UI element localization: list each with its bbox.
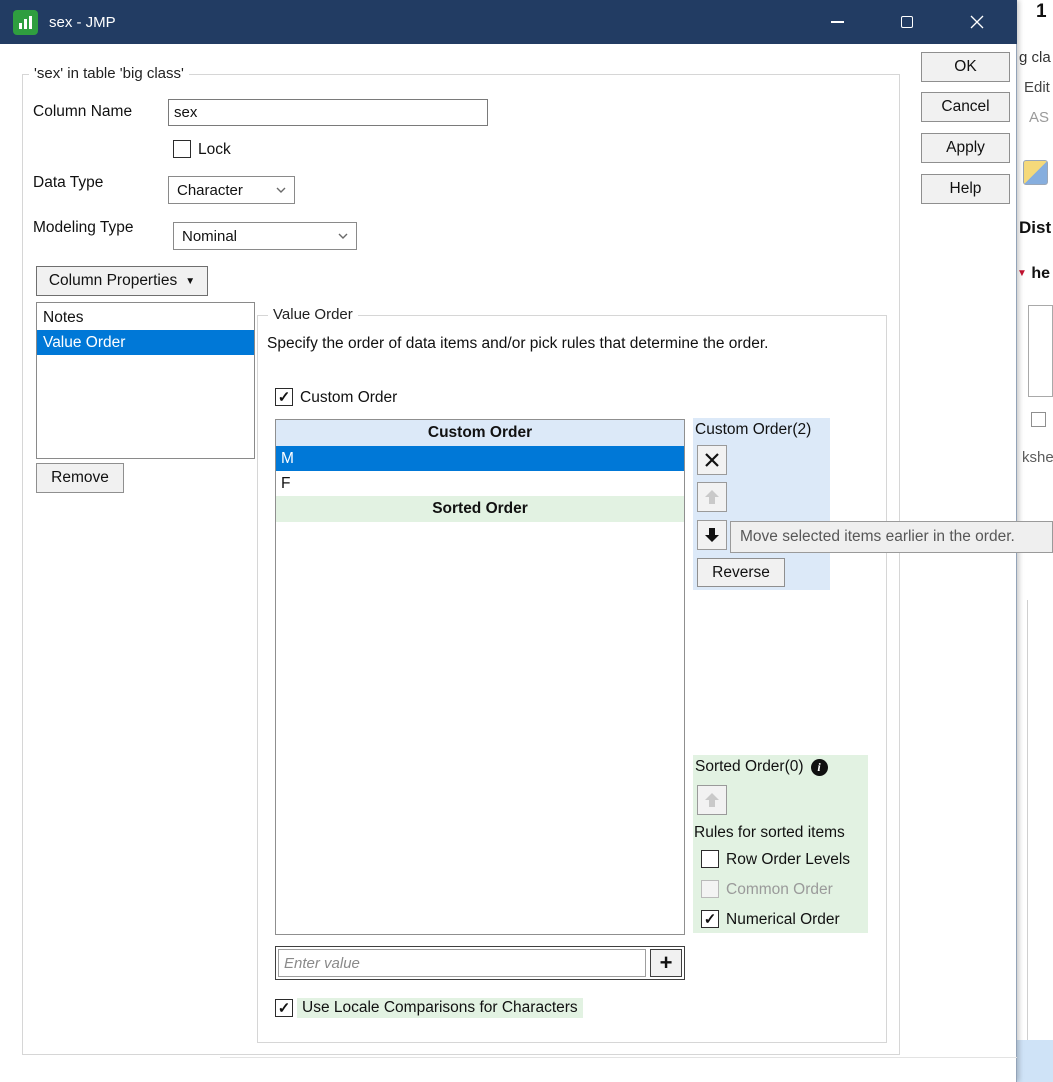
plus-icon: + — [659, 950, 673, 975]
value-order-list: Custom Order M F Sorted Order — [275, 419, 685, 935]
sorted-order-panel: Sorted Order(0) i Rules for sorted items… — [693, 755, 868, 933]
rules-heading: Rules for sorted items — [694, 824, 845, 841]
order-item-m[interactable]: M — [276, 446, 684, 471]
background-footer — [1017, 1040, 1053, 1082]
value-order-description: Specify the order of data items and/or p… — [267, 335, 769, 352]
sorted-order-panel-title-row: Sorted Order(0) i — [695, 758, 828, 776]
properties-listbox: Notes Value Order — [36, 302, 255, 459]
screen: 1 g cla Edit AS Dist ▼ he kshe sex - JMP — [0, 0, 1053, 1082]
cancel-button[interactable]: Cancel — [921, 92, 1010, 122]
data-type-value: Character — [177, 181, 243, 199]
custom-order-panel-title: Custom Order(2) — [695, 421, 812, 438]
arrow-up-icon — [705, 490, 719, 504]
window-title: sex - JMP — [49, 13, 116, 31]
chevron-down-icon — [338, 233, 348, 239]
column-name-input[interactable] — [168, 99, 488, 126]
dropdown-triangle-icon: ▼ — [185, 275, 196, 287]
enter-value-input[interactable] — [278, 949, 646, 977]
maximize-button[interactable] — [879, 0, 935, 44]
order-item-f[interactable]: F — [276, 471, 684, 496]
data-type-label: Data Type — [33, 174, 104, 191]
jmp-app-icon — [13, 9, 38, 35]
column-groupbox-legend: 'sex' in table 'big class' — [29, 65, 189, 82]
chevron-down-icon — [276, 187, 286, 193]
common-order-label: Common Order — [726, 881, 833, 898]
column-properties-button[interactable]: Column Properties ▼ — [36, 266, 208, 296]
background-text-big-class: g cla — [1019, 49, 1051, 66]
data-type-dropdown[interactable]: Character — [168, 176, 295, 204]
move-down-button[interactable] — [697, 520, 727, 550]
red-triangle-icon: ▼ — [1017, 268, 1027, 279]
locale-comparisons-label: Use Locale Comparisons for Characters — [297, 998, 583, 1018]
column-name-label: Column Name — [33, 103, 133, 120]
x-icon — [705, 453, 719, 467]
arrow-down-icon — [705, 528, 719, 542]
row-order-levels-label: Row Order Levels — [726, 851, 851, 868]
minimize-button[interactable] — [809, 0, 865, 44]
ok-button[interactable]: OK — [921, 52, 1010, 82]
modeling-type-value: Nominal — [182, 227, 238, 245]
remove-button[interactable]: Remove — [36, 463, 124, 493]
window-controls — [809, 0, 1005, 44]
row-order-levels-checkbox[interactable] — [701, 850, 719, 868]
sorted-order-header: Sorted Order — [276, 496, 684, 522]
close-button[interactable] — [949, 0, 1005, 44]
background-file-icon — [1023, 160, 1048, 185]
custom-order-checkbox-label: Custom Order — [300, 389, 398, 406]
titlebar[interactable]: sex - JMP — [0, 0, 1017, 44]
common-order-checkbox — [701, 880, 719, 898]
enter-value-wrapper: + — [275, 946, 685, 980]
locale-comparisons-checkbox[interactable] — [275, 999, 293, 1017]
numerical-order-label: Numerical Order — [726, 911, 840, 928]
sorted-order-panel-title: Sorted Order(0) — [695, 758, 804, 775]
arrow-up-icon — [705, 793, 719, 807]
tooltip: Move selected items earlier in the order… — [730, 521, 1053, 553]
sorted-move-up-button[interactable] — [697, 785, 727, 815]
bottom-divider — [220, 1057, 1017, 1058]
background-text-edit: Edit — [1024, 79, 1050, 96]
modeling-type-label: Modeling Type — [33, 219, 134, 236]
background-outline-title: ▼ he — [1017, 265, 1050, 283]
numerical-order-checkbox[interactable] — [701, 910, 719, 928]
info-icon[interactable]: i — [810, 758, 828, 776]
property-item-value-order[interactable]: Value Order — [37, 330, 254, 355]
background-plot-frame — [1028, 305, 1053, 397]
background-text-he: he — [1031, 265, 1051, 282]
custom-order-checkbox[interactable] — [275, 388, 293, 406]
minimize-icon — [830, 21, 844, 23]
maximize-icon — [901, 16, 913, 28]
background-text-as: AS — [1029, 109, 1050, 126]
help-button[interactable]: Help — [921, 174, 1010, 204]
modeling-type-dropdown[interactable]: Nominal — [173, 222, 357, 250]
background-checkbox — [1031, 412, 1046, 427]
background-text-dist: Dist — [1019, 218, 1052, 237]
column-properties-label: Column Properties — [48, 272, 178, 289]
close-icon — [970, 15, 984, 29]
add-value-button[interactable]: + — [650, 949, 682, 977]
lock-label: Lock — [198, 141, 231, 158]
background-table-edge — [1027, 600, 1053, 1040]
value-order-legend: Value Order — [268, 306, 358, 323]
reverse-button[interactable]: Reverse — [697, 558, 785, 587]
background-text-kshe: kshe — [1022, 449, 1053, 466]
lock-checkbox[interactable] — [173, 140, 191, 158]
custom-order-header: Custom Order — [276, 420, 684, 446]
custom-order-panel: Custom Order(2) Reverse — [693, 418, 830, 590]
apply-button[interactable]: Apply — [921, 133, 1010, 163]
property-item-notes[interactable]: Notes — [37, 305, 254, 330]
background-row-number: 1 — [1036, 1, 1047, 22]
remove-item-button[interactable] — [697, 445, 727, 475]
move-up-button[interactable] — [697, 482, 727, 512]
